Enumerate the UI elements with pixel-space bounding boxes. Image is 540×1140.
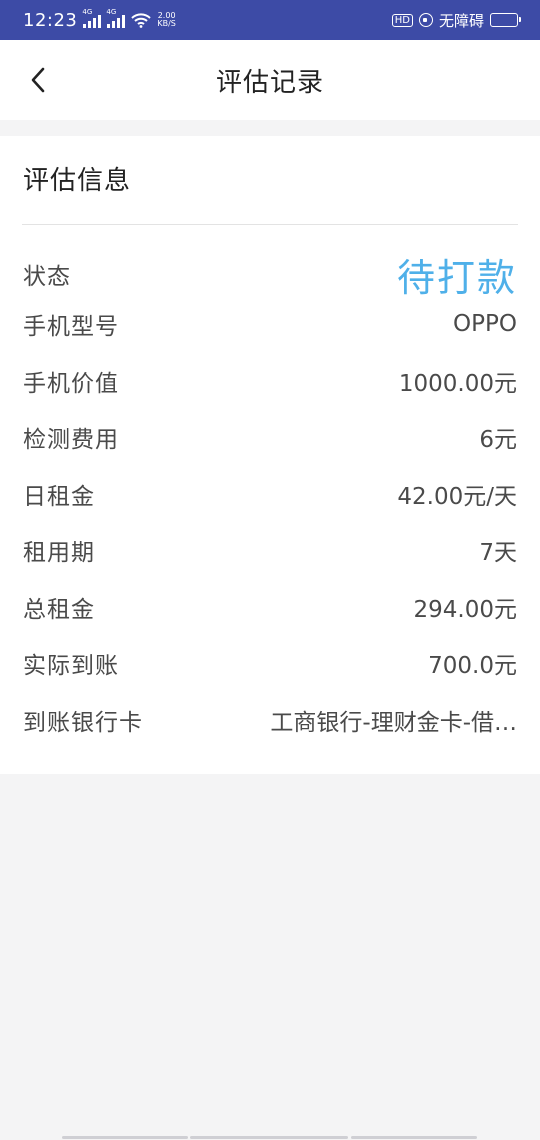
row-value: 42.00元/天 (397, 484, 517, 510)
signal-icon-2: 4G (106, 8, 126, 28)
rotation-lock-icon (418, 13, 433, 27)
card-title: 评估信息 (23, 166, 132, 196)
row-value: 工商银行-理财金卡-借… (270, 710, 517, 736)
row-label: 租用期 (23, 540, 95, 566)
row-daily-rent: 日租金 42.00元/天 (23, 474, 517, 514)
row-label: 日租金 (23, 484, 95, 510)
row-label: 到账银行卡 (23, 710, 143, 736)
battery-icon (490, 13, 521, 27)
row-label: 实际到账 (23, 653, 119, 679)
clock: 12:23 (23, 9, 78, 31)
chevron-left-icon (31, 67, 45, 93)
network-type-label: 4G (82, 8, 93, 16)
wifi-icon (131, 13, 152, 28)
row-value: 700.0元 (428, 653, 517, 679)
status-bar-left: 12:23 4G 4G 2.00 KB/S (23, 8, 176, 31)
row-label: 手机价值 (23, 371, 119, 397)
status-bar: 12:23 4G 4G 2.00 KB/S HD 无障碍 (0, 0, 540, 40)
row-phone-model: 手机型号 OPPO (23, 304, 517, 344)
network-speed: 2.00 KB/S (157, 12, 176, 28)
network-type-label-2: 4G (106, 8, 117, 16)
back-button[interactable] (22, 64, 54, 96)
row-label: 检测费用 (23, 427, 119, 453)
gesture-bar (0, 1134, 540, 1140)
accessibility-label: 无障碍 (438, 11, 484, 30)
row-actual-received: 实际到账 700.0元 (23, 643, 517, 683)
row-rental-period: 租用期 7天 (23, 530, 517, 570)
row-value: OPPO (453, 311, 517, 337)
row-status: 状态 待打款 (23, 254, 517, 300)
row-value: 6元 (479, 427, 517, 453)
row-label: 手机型号 (23, 314, 119, 340)
assessment-info-card: 评估信息 状态 待打款 手机型号 OPPO 手机价值 1000.00元 检测费用… (0, 136, 540, 774)
row-total-rent: 总租金 294.00元 (23, 587, 517, 627)
row-label: 状态 (23, 264, 71, 290)
divider (22, 224, 518, 225)
status-bar-right: HD 无障碍 (391, 10, 521, 31)
row-phone-value: 手机价值 1000.00元 (23, 361, 517, 401)
network-speed-unit: KB/S (157, 19, 176, 28)
row-label: 总租金 (23, 597, 95, 623)
row-value: 294.00元 (413, 597, 517, 623)
page-title: 评估记录 (215, 67, 324, 98)
row-bank-card: 到账银行卡 工商银行-理财金卡-借… (23, 700, 517, 740)
hd-icon: HD (391, 13, 413, 27)
row-value: 1000.00元 (398, 371, 517, 397)
nav-bar: 评估记录 (0, 40, 540, 120)
signal-icon: 4G (82, 8, 102, 28)
row-value: 7天 (479, 540, 517, 566)
row-inspection-fee: 检测费用 6元 (23, 417, 517, 457)
status-value: 待打款 (396, 255, 517, 300)
